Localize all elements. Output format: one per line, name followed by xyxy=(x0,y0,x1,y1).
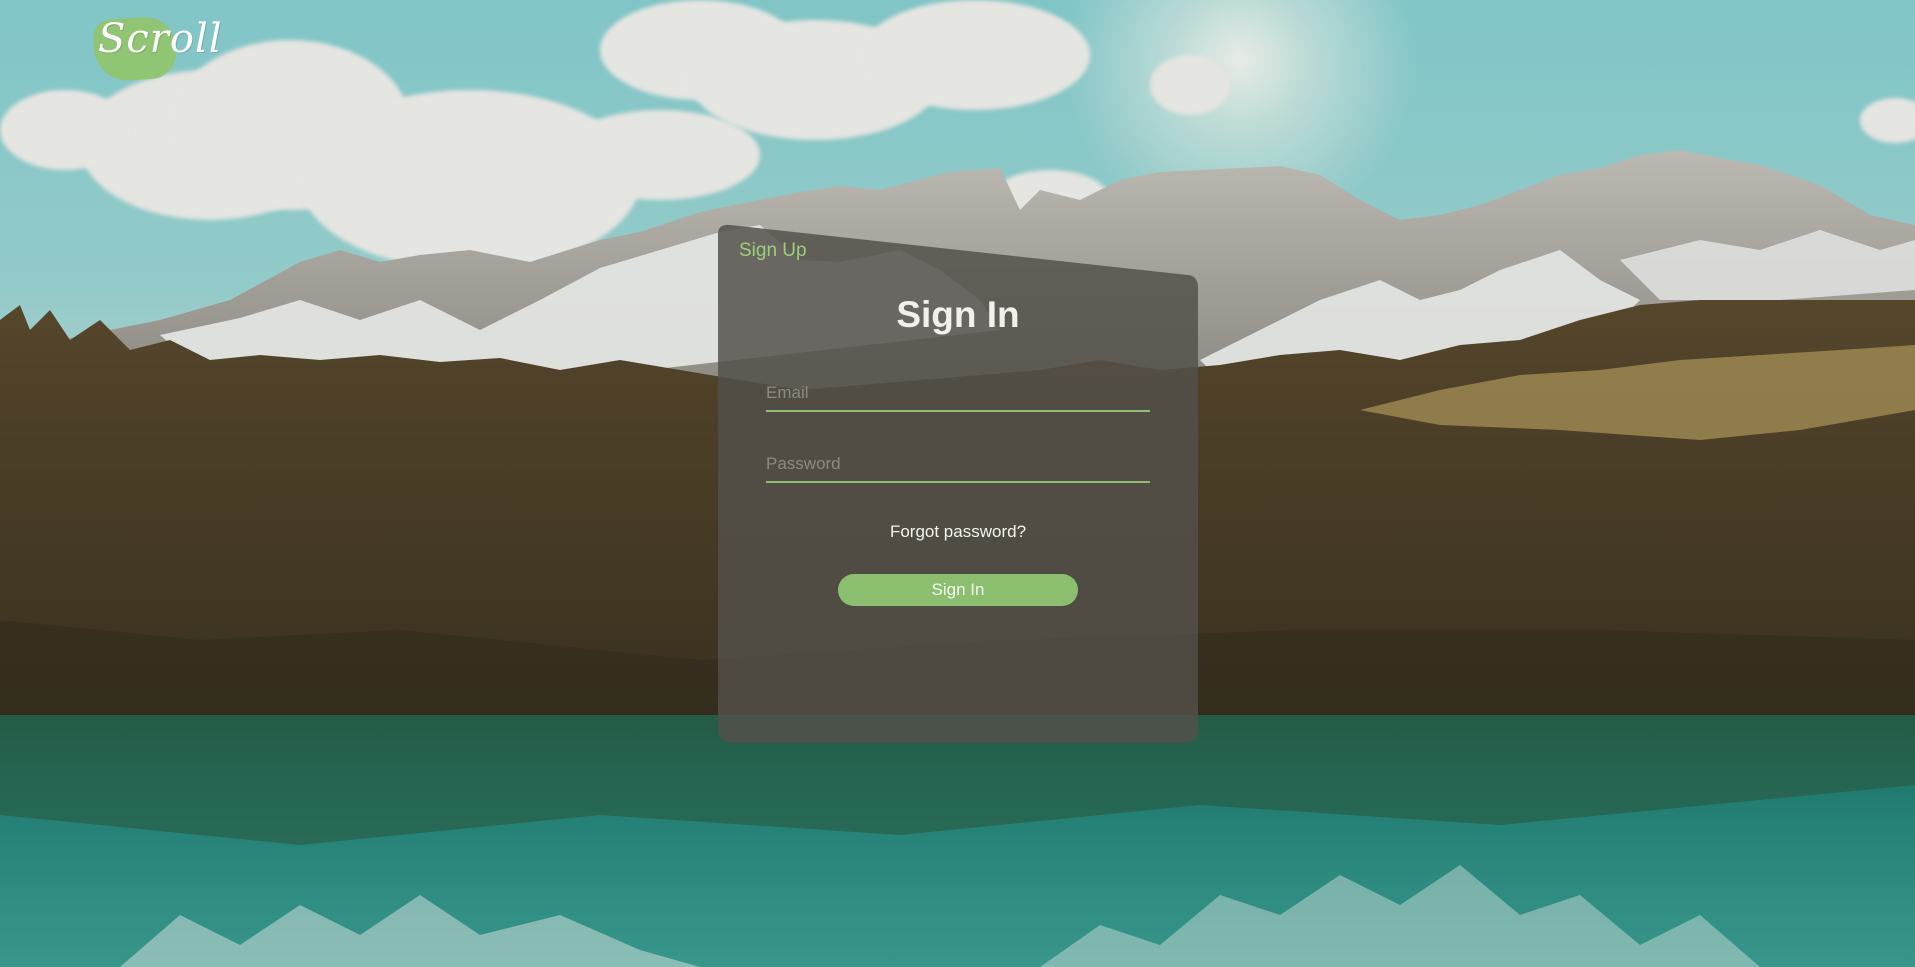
logo-text: Scroll xyxy=(98,16,223,62)
sign-in-button[interactable]: Sign In xyxy=(838,574,1078,606)
scroll-logo[interactable]: Scroll xyxy=(91,14,222,83)
password-field[interactable] xyxy=(766,443,1150,483)
forgot-password-link[interactable]: Forgot password? xyxy=(718,522,1198,542)
tab-sign-up[interactable]: Sign Up xyxy=(739,240,807,262)
email-field[interactable] xyxy=(766,372,1150,412)
page-title: Sign In xyxy=(896,294,1020,335)
